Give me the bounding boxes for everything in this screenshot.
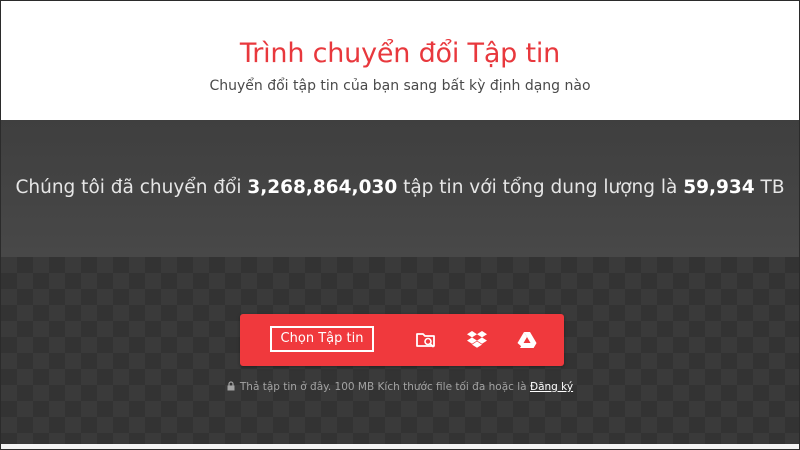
dropbox-icon[interactable]: [466, 330, 488, 350]
stats-total-size: 59,934: [683, 177, 755, 198]
page-frame: Trình chuyển đổi Tập tin Chuyển đổi tập …: [0, 0, 800, 450]
stats-prefix: Chúng tôi đã chuyển đổi: [15, 177, 242, 198]
folder-search-icon[interactable]: [415, 330, 437, 350]
page-title: Trình chuyển đổi Tập tin: [239, 38, 561, 69]
google-drive-icon[interactable]: [516, 330, 538, 350]
page-subtitle: Chuyển đổi tập tin của bạn sang bất kỳ đ…: [209, 78, 591, 94]
upload-hint-text: Thả tập tin ở đây. 100 MB Kích thước fil…: [239, 381, 527, 393]
header: Trình chuyển đổi Tập tin Chuyển đổi tập …: [1, 1, 799, 120]
upload-drop-zone[interactable]: Chọn Tập tin Thả tập tin ở đây. 100 MB K…: [1, 257, 799, 444]
choose-files-button[interactable]: Chọn Tập tin: [270, 326, 374, 352]
upload-bar: Chọn Tập tin: [240, 314, 564, 366]
bottom-strip: [1, 444, 799, 449]
upload-hint: Thả tập tin ở đây. 100 MB Kích thước fil…: [1, 380, 799, 395]
stats-middle: tập tin với tổng dung lượng là: [403, 177, 678, 198]
conversion-stats: Chúng tôi đã chuyển đổi 3,268,864,030 tậ…: [1, 175, 799, 201]
stats-band: Chúng tôi đã chuyển đổi 3,268,864,030 tậ…: [1, 120, 799, 257]
lock-icon: [227, 381, 235, 395]
signup-link[interactable]: Đăng ký: [530, 381, 573, 393]
stats-unit: TB: [760, 177, 785, 198]
stats-file-count: 3,268,864,030: [247, 177, 398, 198]
